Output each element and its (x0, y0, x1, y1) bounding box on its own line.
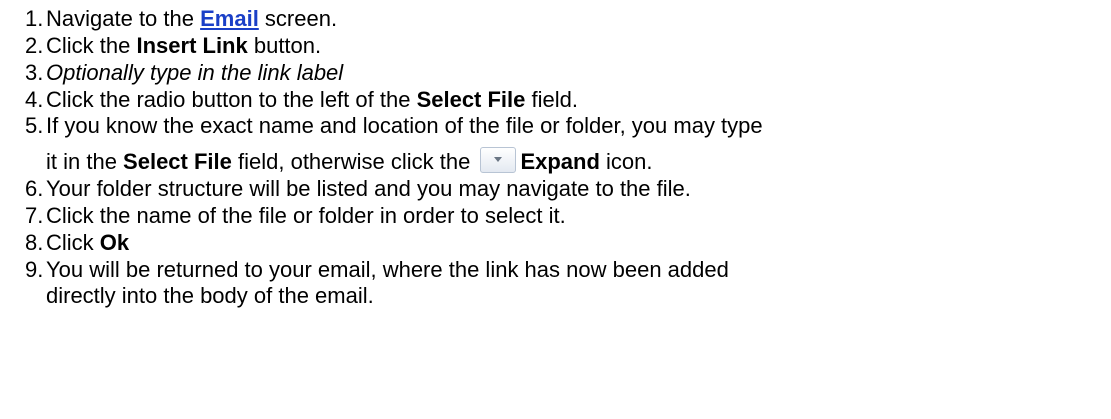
step-3: 3. Optionally type in the link label (0, 60, 1111, 86)
step-number: 4. (25, 86, 44, 112)
expand-label: Expand (520, 149, 600, 175)
expand-icon (480, 147, 517, 174)
step-text: Navigate to the (46, 6, 201, 31)
step-text: Your folder structure will be listed and… (46, 176, 691, 202)
step-text: If you know the exact name and location … (46, 113, 763, 139)
step-text: You will be returned to your email, wher… (46, 256, 729, 282)
insert-link-label: Insert Link (136, 32, 248, 58)
step-6: 6. Your folder structure will be listed a… (0, 176, 1111, 202)
step-9: 9. You will be returned to your email, wh… (0, 257, 1111, 309)
steps-list: 1. Navigate to the Email screen. 2. Click … (0, 6, 1111, 310)
step-number: 2. (25, 32, 44, 58)
step-1: 1. Navigate to the Email screen. (0, 6, 1111, 32)
step-text: screen. (258, 6, 338, 31)
select-file-label: Select File (416, 86, 526, 112)
step-text: Click (46, 229, 100, 255)
step-number: 6. (25, 176, 44, 202)
step-text: Click the name of the file or folder in … (46, 203, 566, 229)
step-number: 3. (25, 59, 44, 85)
instructions-document: 1. Navigate to the Email screen. 2. Click … (0, 0, 1111, 419)
step-text: icon. (599, 149, 653, 175)
step-number: 1. (25, 6, 44, 31)
step-text: directly into the body of the email. (46, 282, 374, 308)
step-8: 8. Click Ok (0, 230, 1111, 256)
step-2: 2. Click the Insert Link button. (0, 33, 1111, 59)
email-link[interactable]: Email (200, 6, 259, 31)
select-file-label: Select File (123, 149, 232, 175)
step-number: 8. (25, 229, 44, 255)
step-text: Click the radio button to the left of th… (46, 86, 417, 112)
step-text: Optionally type in the link label (46, 59, 344, 85)
step-text: Click the (46, 32, 137, 58)
step-text: field, otherwise click the (231, 149, 477, 175)
step-text: it in the (46, 149, 124, 175)
step-number: 9. (25, 256, 44, 282)
ok-label: Ok (99, 229, 130, 255)
step-7: 7. Click the name of the file or folder i… (0, 203, 1111, 229)
step-4: 4. Click the radio button to the left of … (0, 87, 1111, 113)
step-number: 7. (25, 203, 44, 229)
step-number: 5. (25, 113, 44, 139)
step-5: 5. If you know the exact name and locatio… (0, 113, 1111, 175)
step-5-line-2: it in the Select File field, otherwise c… (46, 147, 1111, 175)
step-text: field. (525, 86, 578, 112)
step-text: button. (247, 32, 322, 58)
